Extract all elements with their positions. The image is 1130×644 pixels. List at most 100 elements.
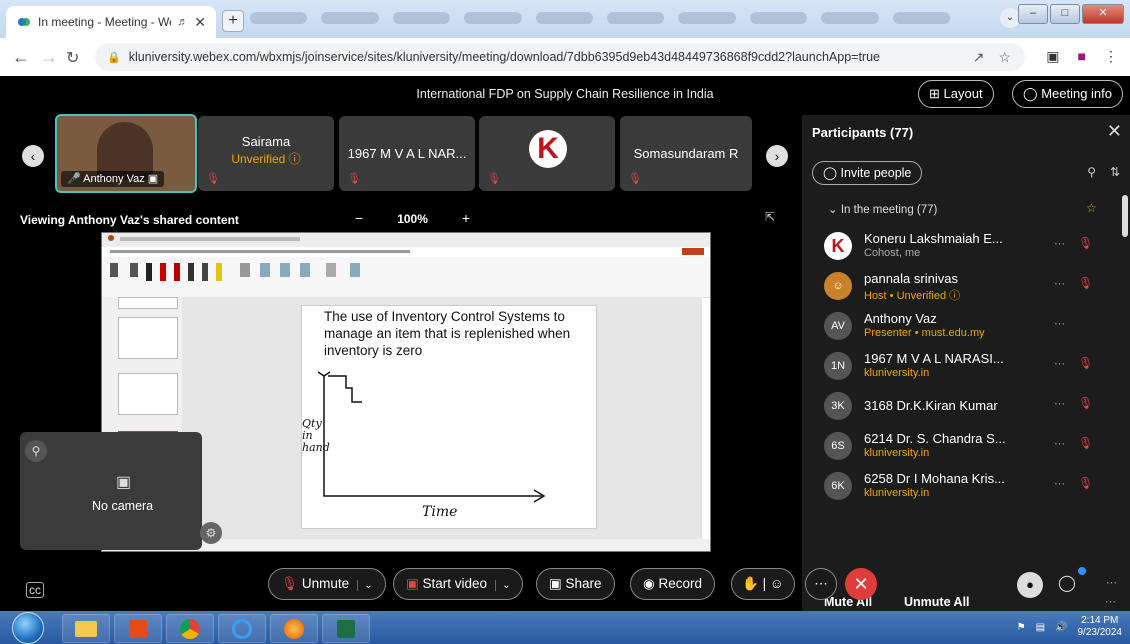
meeting-info-button[interactable]: ◯ Meeting info (1012, 80, 1124, 108)
participant-row[interactable]: 6S 6214 Dr. S. Chandra S... kluniversity.i… (802, 427, 1122, 467)
reload-icon[interactable]: ↻ (66, 48, 79, 68)
pp-title-bar (102, 233, 710, 247)
volume-icon[interactable]: 🔊 (1055, 622, 1067, 633)
video-tile-somasundaram[interactable]: Somasundaram R 🎙 (620, 116, 752, 191)
start-button[interactable] (12, 612, 44, 644)
zoom-controls: − 100% + (355, 210, 470, 228)
slide-thumbnail (118, 297, 178, 309)
more-icon[interactable]: ⋯ (1054, 397, 1065, 410)
firefox-icon[interactable] (270, 614, 318, 643)
back-icon[interactable]: ← (12, 47, 30, 68)
participant-row[interactable]: K Koneru Lakshmaiah E... Cohost, me ⋯ 🎙 (802, 227, 1122, 267)
more-icon[interactable]: ⋯ (1054, 317, 1065, 330)
video-tile-kl-logo[interactable]: K 🎙 (479, 116, 615, 191)
chrome-icon[interactable] (166, 614, 214, 643)
tab-search-icon[interactable]: ⌄ (1000, 8, 1020, 28)
video-tile-1967[interactable]: 1967 M V A L NAR... 🎙 (339, 116, 475, 191)
participant-subtitle: kluniversity.in (864, 447, 930, 459)
tab-close-icon[interactable]: ✕ (194, 14, 206, 31)
more-options-icon[interactable]: ⋯ (1105, 595, 1116, 608)
forward-icon[interactable]: → (40, 47, 58, 68)
tiles-prev-arrow[interactable]: ‹ (22, 145, 44, 167)
share-button[interactable]: ▣ Share (536, 568, 615, 600)
more-icon[interactable]: ⋯ (1054, 477, 1065, 490)
more-icon[interactable]: ⋯ (1054, 277, 1065, 290)
flag-icon[interactable]: ⚑ (1017, 622, 1026, 633)
pin-icon[interactable]: ⚲ (25, 440, 47, 462)
self-view-no-camera[interactable]: ⚲ ▣ No camera ⚙ (20, 432, 222, 550)
clock[interactable]: 2:14 PM 9/23/2024 (1078, 615, 1123, 639)
fullscreen-icon[interactable]: ⇱ (765, 210, 775, 224)
end-meeting-button[interactable]: ✕ (845, 568, 877, 600)
excel-icon[interactable] (322, 614, 370, 643)
participant-name: 1967 M V A L NARASI... (864, 351, 1004, 366)
participant-row[interactable]: 3K 3168 Dr.K.Kiran Kumar ⋯ 🎙 (802, 387, 1122, 427)
zoom-out-button[interactable]: − (355, 210, 363, 228)
file-explorer-icon[interactable] (62, 614, 110, 643)
more-button[interactable]: ⋯ (805, 568, 837, 600)
participants-icon[interactable]: ● (1017, 572, 1043, 598)
extension-icon[interactable]: ■ (1078, 48, 1086, 65)
in-meeting-section[interactable]: ⌄ In the meeting (77) (828, 202, 937, 216)
share-page-icon[interactable]: ↗ (973, 49, 985, 66)
tiles-next-arrow[interactable]: › (766, 145, 788, 167)
other-tabs (250, 12, 951, 28)
settings-gear-icon[interactable]: ⚙ (200, 522, 222, 544)
more-icon[interactable]: ⋯ (1106, 576, 1117, 589)
layout-button[interactable]: ⊞ Layout (918, 80, 994, 108)
sort-icon[interactable]: ⇅ (1110, 165, 1120, 179)
participant-row[interactable]: ☺ pannala srinivas Host • Unverified ⓘ ⋯ 🎙 (802, 267, 1122, 307)
more-icon[interactable]: ⋯ (1054, 437, 1065, 450)
start-video-button[interactable]: ▣ Start video ⌄ (393, 568, 524, 600)
participant-row[interactable]: 1N 1967 M V A L NARASI... kluniversity.in ⋯… (802, 347, 1122, 387)
mic-muted-icon: 🎙 (1078, 396, 1094, 410)
maximize-button[interactable]: □ (1050, 4, 1080, 24)
mic-on-icon: 🎤 (67, 173, 81, 185)
share-screen-icon: ▣ (549, 576, 562, 591)
chevron-down-icon[interactable]: ⌄ (495, 580, 511, 591)
tile-name: Somasundaram R (633, 146, 739, 161)
unmute-button[interactable]: 🎙 Unmute ⌄ (268, 568, 386, 600)
start-video-label: Start video (422, 576, 488, 591)
participant-list: K Koneru Lakshmaiah E... Cohost, me ⋯ 🎙 ☺ pann… (802, 227, 1122, 507)
video-tile-sairama[interactable]: Sairama Unverified ⓘ 🎙 (198, 116, 334, 191)
close-panel-icon[interactable]: ✕ (1107, 121, 1122, 142)
slide: The use of Inventory Control Systems to … (301, 305, 597, 529)
chat-icon[interactable]: ◯ (1058, 573, 1076, 593)
office-icon[interactable] (114, 614, 162, 643)
browser-tab-active[interactable]: In meeting - Meeting - Webe ♬ ✕ (6, 6, 216, 38)
pp-slide-canvas: The use of Inventory Control Systems to … (182, 297, 702, 539)
sidebar-toggle-icon[interactable]: ▣ (1046, 48, 1059, 65)
zoom-in-button[interactable]: + (462, 210, 470, 228)
tile-name: Sairama (241, 134, 291, 149)
url-field[interactable]: 🔒 kluniversity.webex.com/wbxmjs/joinserv… (95, 43, 1025, 71)
chevron-down-icon[interactable]: ⌄ (357, 580, 373, 591)
window-close-button[interactable]: ✕ (1082, 4, 1124, 24)
record-button[interactable]: ◉ Record (630, 568, 716, 600)
closed-captions-icon[interactable]: cc (26, 582, 44, 598)
invite-people-button[interactable]: ◯ Invite people (812, 161, 923, 185)
browser-menu-icon[interactable]: ⋮ (1104, 48, 1118, 65)
video-off-icon: ▣ (406, 576, 419, 591)
raise-hand-icon: ✋ (742, 576, 759, 591)
participant-row[interactable]: AV Anthony Vaz Presenter • must.edu.my ⋯ (802, 307, 1122, 347)
search-icon[interactable]: ⚲ (1087, 165, 1096, 179)
bookmark-star-icon[interactable]: ☆ (998, 49, 1011, 66)
participant-row[interactable]: 6K 6258 Dr I Mohana Kris... kluniversity.i… (802, 467, 1122, 507)
panel-scrollbar[interactable] (1122, 195, 1128, 237)
new-tab-button[interactable]: + (222, 10, 244, 32)
minimize-button[interactable]: – (1018, 4, 1048, 24)
network-icon[interactable]: ▤ (1036, 622, 1045, 633)
video-tile-anthony-vaz[interactable]: 🎤 Anthony Vaz ▣ (55, 114, 197, 193)
more-icon[interactable]: ⋯ (1054, 237, 1065, 250)
unmute-all-button[interactable]: Unmute All (904, 595, 970, 609)
more-icon[interactable]: ⋯ (1054, 357, 1065, 370)
pp-title-text (119, 237, 300, 242)
participant-subtitle: Presenter • must.edu.my (864, 327, 985, 339)
internet-explorer-icon[interactable] (218, 614, 266, 643)
mic-muted-icon: 🎙 (628, 173, 642, 185)
viewing-shared-label: Viewing Anthony Vaz's shared content (20, 213, 239, 227)
tile-unverified: Unverified ⓘ (231, 152, 301, 166)
reactions-button[interactable]: ✋ | ☺ (731, 568, 795, 600)
clock-time: 2:14 PM (1081, 615, 1119, 626)
